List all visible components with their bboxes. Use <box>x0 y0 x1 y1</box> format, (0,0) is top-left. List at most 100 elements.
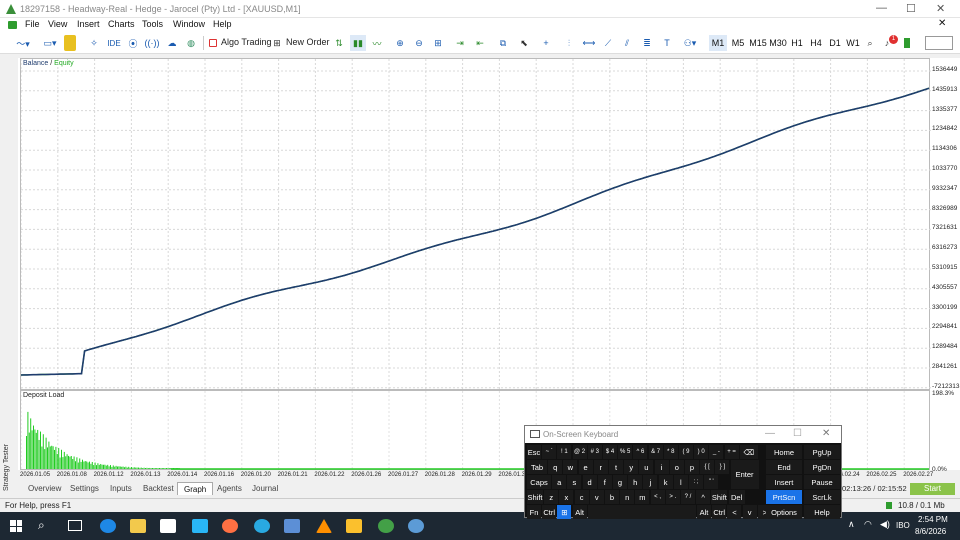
osk-maximize[interactable]: ☐ <box>793 428 802 439</box>
strategy-tester-label[interactable]: Strategy Tester <box>3 440 15 496</box>
quick-search-field[interactable] <box>925 36 953 50</box>
key-prtscn[interactable]: PrtScn <box>766 490 802 504</box>
osk-key[interactable]: w <box>563 460 578 474</box>
firefox-icon[interactable] <box>222 519 238 533</box>
menu-tools[interactable]: Tools <box>142 19 163 29</box>
osk-key[interactable]: i <box>654 460 669 474</box>
tf-m1[interactable]: M1 <box>709 35 727 51</box>
store-icon[interactable] <box>160 519 176 533</box>
osk-key[interactable]: $ 4 <box>603 445 617 459</box>
edge-icon[interactable] <box>100 519 116 533</box>
tf-w1[interactable]: W1 <box>846 35 860 51</box>
osk-key[interactable]: u <box>639 460 654 474</box>
grid-icon[interactable]: ⊞ <box>431 35 445 51</box>
osk-key[interactable]: n <box>620 490 635 504</box>
osk-key[interactable]: : ; <box>689 475 703 489</box>
tf-m5[interactable]: M5 <box>729 35 747 51</box>
osk-key[interactable]: Ctrl <box>542 505 557 519</box>
ide-button[interactable]: IDE <box>106 35 122 51</box>
volume-icon[interactable]: ◀) <box>880 519 890 530</box>
tf-d1[interactable]: D1 <box>827 35 843 51</box>
tab-graph[interactable]: Graph <box>177 482 214 495</box>
osk-key[interactable]: z <box>544 490 559 504</box>
menu-view[interactable]: View <box>48 19 67 29</box>
zoom-in-icon[interactable]: ⊕ <box>393 35 407 51</box>
menu-help[interactable]: Help <box>213 19 232 29</box>
language-indicator[interactable]: IBO <box>896 521 910 530</box>
globe-icon[interactable]: ◍ <box>185 35 197 51</box>
osk-key[interactable]: " ' <box>704 475 719 489</box>
templates-icon[interactable]: ▭▾ <box>38 35 62 51</box>
osk-key[interactable]: Del <box>728 490 745 504</box>
horizontal-line-icon[interactable]: ⟷ <box>582 35 596 51</box>
menu-insert[interactable]: Insert <box>77 19 100 29</box>
osk-key[interactable]: g <box>613 475 627 489</box>
osk-key[interactable]: Shift <box>711 490 728 504</box>
cursor-icon[interactable]: ⬉ <box>517 35 531 51</box>
bar-chart-icon[interactable]: ▮▮ <box>350 35 366 51</box>
tf-h4[interactable]: H4 <box>808 35 824 51</box>
trend-line-icon[interactable]: ⟋ <box>601 35 615 51</box>
osk-key[interactable]: ( 9 <box>679 445 693 459</box>
key-pause[interactable]: Pause <box>804 475 840 489</box>
osk-key[interactable]: } ] <box>715 460 730 474</box>
task-view-icon[interactable] <box>68 520 82 531</box>
cloud-icon[interactable]: ☁ <box>165 35 179 51</box>
fibonacci-icon[interactable]: ≣ <box>640 35 654 51</box>
osk-key[interactable]: t <box>609 460 623 474</box>
close-chart-icon[interactable]: ✕ <box>938 18 946 29</box>
osk-key[interactable]: v <box>742 505 757 519</box>
osk-key[interactable]: b <box>605 490 619 504</box>
clock-date[interactable]: 8/6/2026 <box>915 527 946 536</box>
vps-icon[interactable]: ((·)) <box>145 35 160 51</box>
osk-key[interactable]: ^ <box>696 490 711 504</box>
osk-key[interactable]: Esc <box>527 445 541 459</box>
key-scrlk[interactable]: ScrLk <box>804 490 840 504</box>
vlc-icon[interactable] <box>316 519 332 533</box>
osk-key[interactable]: r <box>593 460 608 474</box>
maximize-button[interactable]: ☐ <box>906 2 916 15</box>
close-button[interactable]: ✕ <box>936 2 945 15</box>
file-explorer-icon[interactable] <box>130 519 146 533</box>
osk-key[interactable]: ^ 6 <box>633 445 648 459</box>
osk-key[interactable]: { [ <box>700 460 715 474</box>
osk-key[interactable]: @ 2 <box>572 445 587 459</box>
line-chart-icon[interactable]: 〰 <box>370 35 384 51</box>
tab-settings[interactable]: Settings <box>64 482 105 495</box>
key-pgdn[interactable]: PgDn <box>804 460 840 474</box>
osk-key[interactable]: ? / <box>681 490 695 504</box>
tab-agents[interactable]: Agents <box>211 482 248 495</box>
clock-time[interactable]: 2:54 PM <box>918 515 948 524</box>
vertical-line-icon[interactable]: ⫶ <box>563 35 575 51</box>
text-icon[interactable]: T <box>660 35 674 51</box>
osk-key[interactable]: ) 0 <box>694 445 709 459</box>
zoom-out-icon[interactable]: ⊖ <box>412 35 426 51</box>
osk-key[interactable]: _ - <box>709 445 724 459</box>
osk-key[interactable]: e <box>578 460 593 474</box>
sticky-notes-icon[interactable] <box>346 519 362 533</box>
search-icon[interactable]: ⌕ <box>38 518 45 533</box>
osk-key[interactable]: % 5 <box>618 445 633 459</box>
autoscroll-icon[interactable]: ⇥ <box>452 35 468 51</box>
wifi-icon[interactable]: ◠ <box>864 519 872 530</box>
osk-key[interactable]: & 7 <box>648 445 663 459</box>
osk-key[interactable]: y <box>624 460 639 474</box>
osk-key[interactable]: Shift <box>527 490 543 504</box>
osk-key[interactable]: Ctrl <box>712 505 727 519</box>
metatrader-icon[interactable] <box>378 519 394 533</box>
tf-m15[interactable]: M15 <box>748 35 768 51</box>
key-options[interactable]: Options <box>766 505 802 519</box>
tab-overview[interactable]: Overview <box>22 482 67 495</box>
tf-h1[interactable]: H1 <box>789 35 805 51</box>
windows-start-icon[interactable] <box>10 520 22 532</box>
osk-key[interactable]: < <box>727 505 742 519</box>
osk-key[interactable]: q <box>548 460 563 474</box>
market-watch-icon[interactable]: ✧ <box>88 35 100 51</box>
osk-key[interactable]: < , <box>650 490 665 504</box>
screenshot-icon[interactable]: ⧉ <box>496 35 510 51</box>
osk-key[interactable]: ~ ` <box>542 445 557 459</box>
channel-icon[interactable]: ⫽ <box>620 35 634 51</box>
depth-of-market-icon[interactable]: ⇅ <box>332 35 346 51</box>
osk-key[interactable]: # 3 <box>587 445 602 459</box>
osk-key[interactable]: > . <box>665 490 680 504</box>
